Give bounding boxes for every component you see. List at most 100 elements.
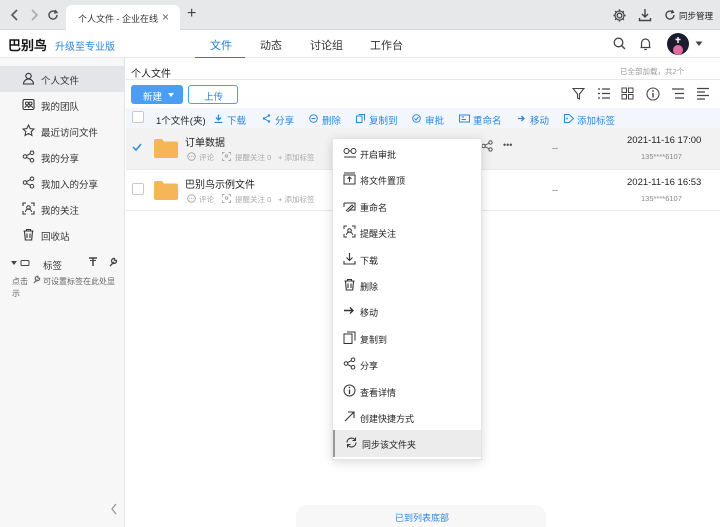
- search-icon[interactable]: [613, 37, 626, 50]
- download-action[interactable]: 下载: [227, 113, 246, 127]
- new-tab-icon[interactable]: +: [187, 5, 196, 23]
- rename-action-icon: [459, 114, 470, 123]
- file-name[interactable]: 巴别鸟示例文件: [185, 176, 255, 191]
- row-checkbox-checked[interactable]: [131, 141, 143, 153]
- nav-tab-workbench[interactable]: 工作台: [370, 37, 403, 53]
- menu-item-create-shortcut[interactable]: 创建快捷方式: [333, 404, 481, 430]
- file-name[interactable]: 订单数据: [185, 134, 225, 149]
- menu-item-view-details[interactable]: 查看详情: [333, 378, 481, 404]
- row-checkbox[interactable]: [132, 183, 144, 195]
- menu-item-move[interactable]: 移动: [333, 298, 481, 324]
- forward-icon[interactable]: [27, 8, 41, 22]
- menu-item-remind-follow[interactable]: 提醒关注: [333, 219, 481, 245]
- menu-item-share[interactable]: 分享: [333, 351, 481, 377]
- share-action[interactable]: 分享: [275, 113, 294, 127]
- wrench-icon[interactable]: [108, 257, 118, 267]
- context-menu: 开启审批 将文件置顶 重命名 提醒关注 下载 删除 移动 复制到 分享 查看详情…: [332, 138, 482, 460]
- sidebar: 个人文件 我的团队 最近访问文件 我的分享 我加入的分享 我的关注 回收站 标签…: [0, 58, 125, 527]
- sync-icon[interactable]: [664, 9, 676, 21]
- list-view-icon[interactable]: [597, 87, 611, 101]
- download-icon[interactable]: [638, 8, 652, 22]
- menu-item-label: 移动: [360, 308, 379, 319]
- menu-item-download[interactable]: 下载: [333, 246, 481, 272]
- file-follow-count[interactable]: 提醒关注 0: [235, 152, 271, 163]
- avatar[interactable]: [667, 33, 689, 55]
- copy-icon: [343, 331, 356, 344]
- tag-filter-icon[interactable]: [88, 257, 98, 267]
- move-action-icon: [517, 114, 526, 123]
- sidebar-item-my-follows[interactable]: 我的关注: [0, 196, 125, 222]
- approve-action[interactable]: 审批: [425, 113, 444, 127]
- tags-hint-prefix: 点击: [12, 277, 28, 286]
- bell-icon[interactable]: [639, 37, 652, 51]
- reload-icon[interactable]: [46, 8, 60, 22]
- pin-top-icon: [343, 172, 356, 185]
- comment-icon: [187, 194, 196, 203]
- grid-view-icon[interactable]: [621, 87, 635, 101]
- move-action[interactable]: 移动: [530, 113, 549, 127]
- menu-item-label: 将文件置顶: [360, 176, 406, 187]
- close-tab-icon[interactable]: ×: [162, 10, 169, 24]
- sidebar-item-joined-shares[interactable]: 我加入的分享: [0, 170, 125, 196]
- brand-logo[interactable]: 巴别鸟: [8, 35, 47, 54]
- browser-tab[interactable]: 个人文件 - 企业在线... ×: [66, 5, 180, 30]
- comment-icon: [187, 152, 196, 161]
- browser-tab-bar: 个人文件 - 企业在线... × + 同步管理: [0, 0, 720, 30]
- file-follow-count[interactable]: 提醒关注 0: [235, 194, 271, 205]
- menu-item-rename[interactable]: 重命名: [333, 193, 481, 219]
- file-comment[interactable]: 评论: [199, 152, 214, 163]
- nav-tab-discussion[interactable]: 讨论组: [310, 37, 343, 53]
- sidebar-item-personal-files[interactable]: 个人文件: [0, 66, 125, 92]
- upload-button[interactable]: 上传: [188, 85, 238, 104]
- menu-item-label: 复制到: [360, 334, 388, 345]
- sort-list-icon[interactable]: [671, 87, 685, 101]
- collapse-sidebar-icon[interactable]: [110, 503, 118, 515]
- details-list-icon[interactable]: [696, 87, 710, 101]
- person-icon: [22, 72, 35, 85]
- upgrade-link[interactable]: 升级至专业版: [55, 38, 115, 53]
- tags-collapse-icon[interactable]: [10, 259, 30, 267]
- new-button[interactable]: 新建: [131, 85, 183, 104]
- sync-manage-label[interactable]: 同步管理: [679, 10, 713, 22]
- follow-reminder-icon: [222, 194, 231, 203]
- back-icon[interactable]: [8, 8, 22, 22]
- add-tag-action[interactable]: 添加标签: [577, 113, 615, 127]
- menu-item-delete[interactable]: 删除: [333, 272, 481, 298]
- settings-gear-icon[interactable]: [612, 8, 627, 23]
- more-options-icon[interactable]: •••: [503, 140, 512, 150]
- sidebar-item-my-shares[interactable]: 我的分享: [0, 144, 125, 170]
- file-add-tag[interactable]: + 添加标签: [278, 152, 314, 163]
- menu-item-label: 分享: [360, 361, 379, 372]
- tags-hint-wrench-icon: [32, 275, 41, 284]
- sidebar-item-label: 最近访问文件: [41, 128, 99, 139]
- row-share-icon[interactable]: [481, 140, 493, 152]
- nav-tab-activity[interactable]: 动态: [260, 37, 282, 53]
- menu-item-start-approval[interactable]: 开启审批: [333, 140, 481, 166]
- menu-item-sync-folder[interactable]: 同步该文件夹: [333, 430, 481, 457]
- delete-action[interactable]: 删除: [322, 113, 341, 127]
- menu-item-label: 查看详情: [360, 387, 397, 398]
- rename-action[interactable]: 重命名: [473, 113, 502, 127]
- sidebar-item-recent-files[interactable]: 最近访问文件: [0, 118, 125, 144]
- approval-icon: [343, 146, 357, 159]
- menu-item-copy-to[interactable]: 复制到: [333, 325, 481, 351]
- delete-action-icon: [309, 114, 318, 123]
- info-icon[interactable]: [646, 87, 660, 101]
- share-icon: [22, 150, 35, 163]
- menu-item-label: 重命名: [360, 202, 388, 213]
- nav-tab-files[interactable]: 文件: [210, 37, 232, 53]
- file-comment[interactable]: 评论: [199, 194, 214, 205]
- file-owner: 135****6107: [641, 194, 682, 203]
- file-add-tag[interactable]: + 添加标签: [278, 194, 314, 205]
- dropdown-caret-icon: [168, 93, 174, 97]
- sidebar-item-recycle-bin[interactable]: 回收站: [0, 222, 125, 248]
- select-all-checkbox[interactable]: [132, 111, 144, 123]
- breadcrumb[interactable]: 个人文件: [131, 65, 171, 80]
- sidebar-item-my-team[interactable]: 我的团队: [0, 92, 125, 118]
- avatar-chevron-down-icon[interactable]: [695, 41, 703, 47]
- rename-icon: [343, 199, 356, 212]
- menu-item-pin-file[interactable]: 将文件置顶: [333, 166, 481, 192]
- filter-icon[interactable]: [572, 87, 586, 101]
- copy-to-action[interactable]: 复制到: [369, 113, 398, 127]
- team-icon: [22, 98, 35, 111]
